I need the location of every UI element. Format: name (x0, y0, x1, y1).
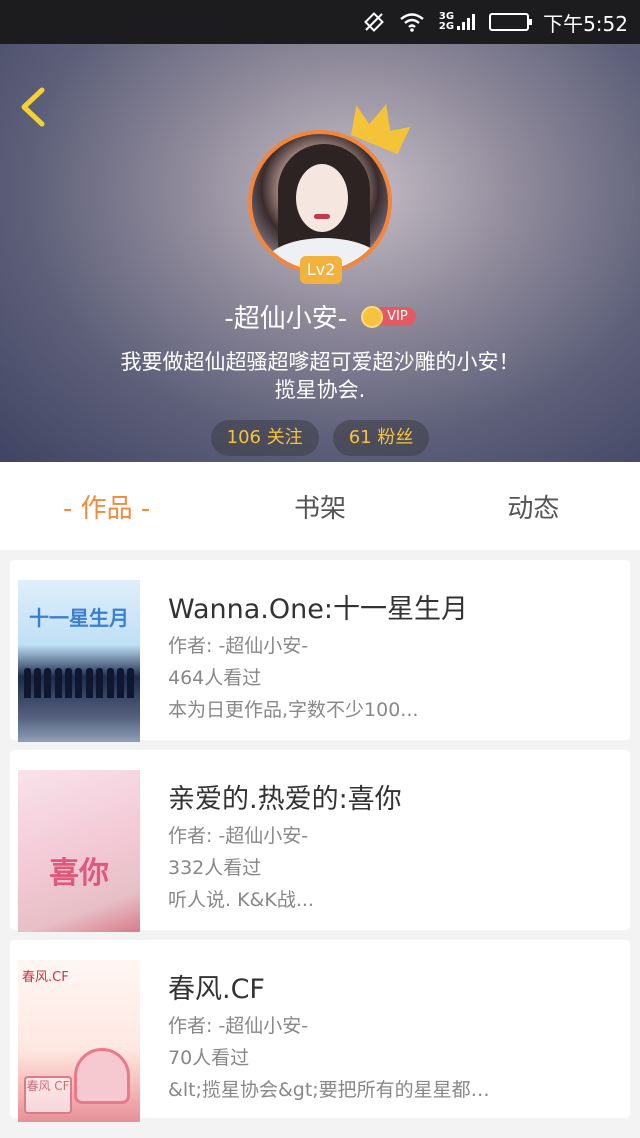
book-views: 332人看过 (168, 857, 262, 879)
book-cover: 喜你 (18, 770, 140, 932)
vip-crown-icon (361, 305, 384, 328)
bio-line-2: 揽星协会. (274, 378, 366, 402)
book-summary: &lt;揽星协会&gt;要把所有的星星都… (168, 1079, 490, 1101)
cover-title: 春风.CF (22, 970, 69, 985)
book-summary: 听人说. K&K战... (168, 889, 314, 911)
profile-header: Lv2 -超仙小安- VIP 我要做超仙超骚超嗲超可爱超沙雕的小安！ 揽星协会.… (0, 44, 640, 462)
bio: 我要做超仙超骚超嗲超可爱超沙雕的小安！ 揽星协会. (0, 348, 640, 404)
list-item[interactable]: 喜你 亲爱的.热爱的:喜你 作者: -超仙小安- 332人看过 听人说. K&K… (10, 750, 630, 932)
tab-works[interactable]: - 作品 - (0, 488, 213, 525)
list-item[interactable]: 春风.CF 春风 CF 春风.CF 作者: -超仙小安- 70人看过 &lt;揽… (10, 940, 630, 1122)
chevron-left-icon (21, 87, 45, 127)
book-author: 作者: -超仙小安- (168, 825, 309, 847)
book-cover: 春风.CF 春风 CF (18, 960, 140, 1122)
follow-stats: 106 关注 61 粉丝 (0, 420, 640, 456)
cake-illustration (74, 1048, 130, 1104)
crown-icon (350, 104, 411, 155)
status-time: 下午5:52 (543, 11, 628, 36)
cover-title: 喜你 (49, 856, 109, 891)
cover-stamp: 春风 CF (24, 1076, 72, 1114)
vip-badge: VIP (361, 305, 416, 328)
following-button[interactable]: 106 关注 (210, 420, 319, 456)
book-title: 亲爱的.热爱的:喜你 (168, 784, 402, 815)
fans-button[interactable]: 61 粉丝 (332, 420, 430, 456)
cellular-signal-icon: 3G 2G (438, 12, 476, 32)
cover-title: 十一星生月 (29, 606, 129, 630)
avatar[interactable]: Lv2 (248, 104, 411, 284)
book-title: 春风.CF (168, 974, 265, 1005)
book-title: Wanna.One:十一星生月 (168, 594, 468, 625)
book-views: 464人看过 (168, 667, 262, 689)
level-badge: Lv2 (300, 256, 342, 284)
status-bar: 3G 2G 下午5:52 (0, 0, 640, 44)
network-2g-label: 2G (438, 21, 455, 32)
tab-activity[interactable]: 动态 (427, 488, 640, 525)
book-summary: 本为日更作品,字数不少100... (168, 699, 419, 721)
book-cover: 十一星生月 (18, 580, 140, 742)
book-views: 70人看过 (168, 1047, 250, 1069)
book-author: 作者: -超仙小安- (168, 1015, 309, 1037)
wifi-icon (399, 12, 425, 32)
username: -超仙小安- (224, 304, 348, 334)
battery-icon (489, 13, 533, 31)
bio-line-1: 我要做超仙超骚超嗲超可爱超沙雕的小安！ (120, 350, 520, 374)
rotation-lock-icon (363, 11, 385, 33)
back-button[interactable] (16, 82, 56, 132)
tab-bookshelf[interactable]: 书架 (213, 488, 426, 525)
username-row: -超仙小安- VIP (0, 298, 640, 335)
book-author: 作者: -超仙小安- (168, 635, 309, 657)
profile-tabs: - 作品 - 书架 动态 (0, 462, 640, 550)
list-item[interactable]: 十一星生月 Wanna.One:十一星生月 作者: -超仙小安- 464人看过 … (10, 560, 630, 742)
